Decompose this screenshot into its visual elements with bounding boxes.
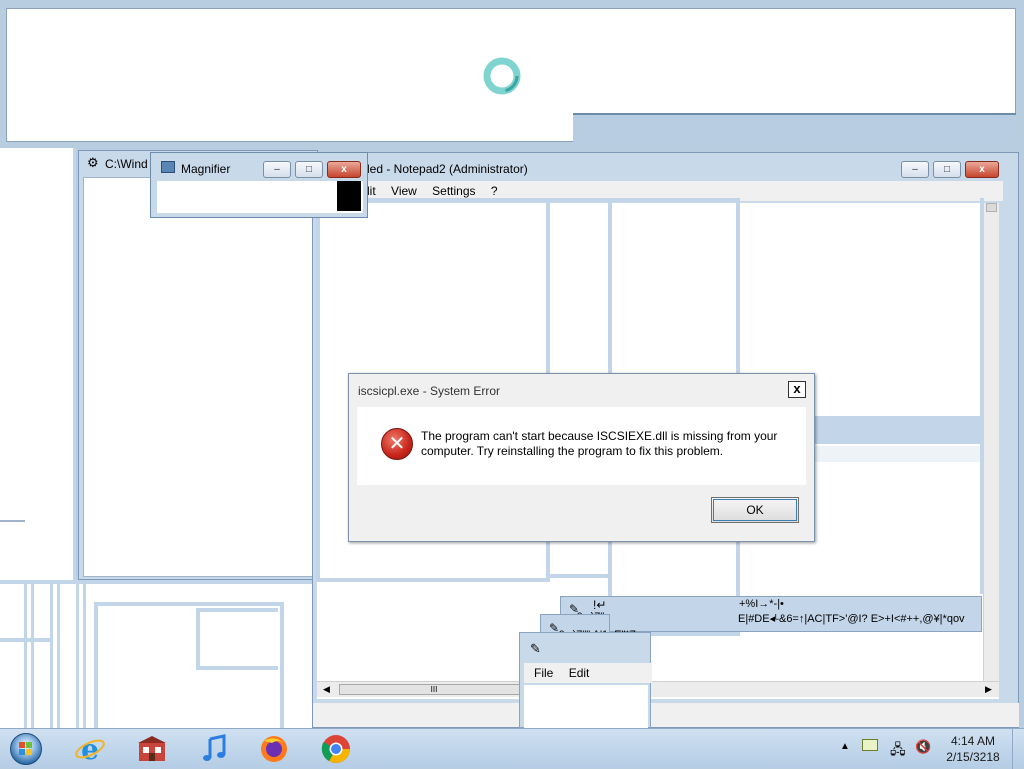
top-window-strip — [573, 113, 1016, 142]
system-error-dialog[interactable]: iscsicpl.exe - System Error x ✕ The prog… — [348, 373, 815, 542]
top-window — [6, 8, 1016, 142]
windows-logo-icon — [19, 742, 32, 755]
magnifier-minimize-button[interactable]: – — [263, 161, 291, 178]
explorer-icon: ⚙ — [87, 155, 99, 170]
menu-help[interactable]: ? — [491, 184, 498, 198]
clock[interactable]: 4:14 AM 2/15/3218 — [942, 733, 1004, 765]
divider-line — [0, 520, 25, 522]
magnifier-maximize-button[interactable]: □ — [295, 161, 323, 178]
close-button[interactable]: x — [965, 161, 999, 178]
loading-spinner-icon — [483, 57, 521, 95]
small-notepad-editor[interactable] — [524, 685, 648, 729]
scroll-thumb[interactable] — [986, 203, 997, 212]
dialog-title: iscsicpl.exe - System Error — [358, 384, 501, 398]
lower-left-frames — [0, 580, 320, 732]
ie-logo-icon: e — [75, 733, 105, 766]
start-orb-icon[interactable] — [10, 733, 42, 765]
music-note-icon — [203, 734, 226, 761]
chrome-icon[interactable] — [320, 733, 352, 765]
vertical-scrollbar[interactable] — [983, 203, 999, 683]
garbled-line-right: E|#DE◂ᴸ&6=↑|AC|TF>'@I? E>+I<#++,@¥|*qov — [738, 613, 965, 625]
tray-expand-icon[interactable]: ▲ — [840, 741, 850, 752]
taskbar: e ▲ 🖧 🔇 4:14 AM 2/15/3218 — [0, 728, 1024, 769]
magnifier-view — [157, 181, 363, 213]
media-center-icon[interactable] — [136, 733, 168, 765]
magnifier-close-button[interactable]: x — [327, 161, 361, 178]
menu-edit[interactable]: Edit — [569, 666, 590, 680]
store-icon — [138, 736, 166, 761]
scroll-grip[interactable]: III — [339, 684, 529, 695]
nested-frame-inner — [196, 608, 278, 670]
notepad2-statusbar — [313, 703, 1019, 727]
menu-view[interactable]: View — [391, 184, 417, 198]
itunes-icon[interactable] — [198, 733, 230, 765]
frame-line — [24, 584, 34, 732]
error-message-line-1: The program can't start because ISCSIEXE… — [421, 429, 778, 443]
clock-date: 2/15/3218 — [946, 750, 1000, 764]
scroll-right-arrow-icon[interactable]: ▶ — [985, 684, 992, 695]
explorer-title: C:\Wind — [105, 157, 148, 171]
volume-muted-icon[interactable]: 🔇 — [915, 739, 931, 755]
clock-time: 4:14 AM — [950, 734, 996, 748]
svg-text:e: e — [81, 733, 99, 765]
small-notepad-menubar: File Edit — [524, 663, 652, 683]
menu-file[interactable]: File — [534, 666, 553, 680]
menu-settings[interactable]: Settings — [432, 184, 475, 198]
frame-line — [76, 584, 86, 732]
firefox-logo-icon — [261, 736, 287, 762]
ok-button[interactable]: OK — [711, 497, 799, 523]
garbled-text: +%I→*-|• — [739, 598, 784, 610]
scroll-left-arrow-icon[interactable]: ◀ — [323, 684, 330, 695]
garbled-text: !↵ — [593, 598, 607, 612]
chrome-logo-icon — [321, 735, 350, 763]
frame-line — [0, 638, 50, 642]
error-message: The program can't start because ISCSIEXE… — [421, 429, 801, 459]
network-icon[interactable]: 🖧 — [890, 739, 906, 763]
notepad2-title: led - Notepad2 (Administrator) — [367, 162, 528, 176]
maximize-button[interactable]: □ — [933, 161, 961, 178]
show-desktop-button[interactable] — [1012, 729, 1024, 769]
minimize-button[interactable]: – — [901, 161, 929, 178]
explorer-content — [83, 177, 313, 577]
error-icon: ✕ — [381, 428, 413, 460]
internet-explorer-icon[interactable]: e — [74, 733, 106, 766]
dialog-close-button[interactable]: x — [788, 381, 806, 398]
frame-line — [50, 584, 60, 732]
magnifier-icon — [161, 161, 175, 173]
horizontal-scrollbar[interactable]: ◀ III ▶ — [317, 681, 999, 697]
magnifier-black-block — [337, 181, 361, 211]
firefox-icon[interactable] — [258, 733, 290, 765]
error-message-line-2: computer. Try reinstalling the program t… — [421, 444, 724, 458]
magnifier-window[interactable]: Magnifier – □ x — [150, 152, 368, 218]
action-center-icon[interactable] — [862, 739, 878, 751]
pencil-icon: ✎ — [530, 641, 541, 656]
background-pane-left — [0, 148, 76, 580]
small-notepad-window[interactable]: ✎ File Edit — [519, 632, 652, 729]
magnifier-title: Magnifier — [181, 162, 231, 176]
